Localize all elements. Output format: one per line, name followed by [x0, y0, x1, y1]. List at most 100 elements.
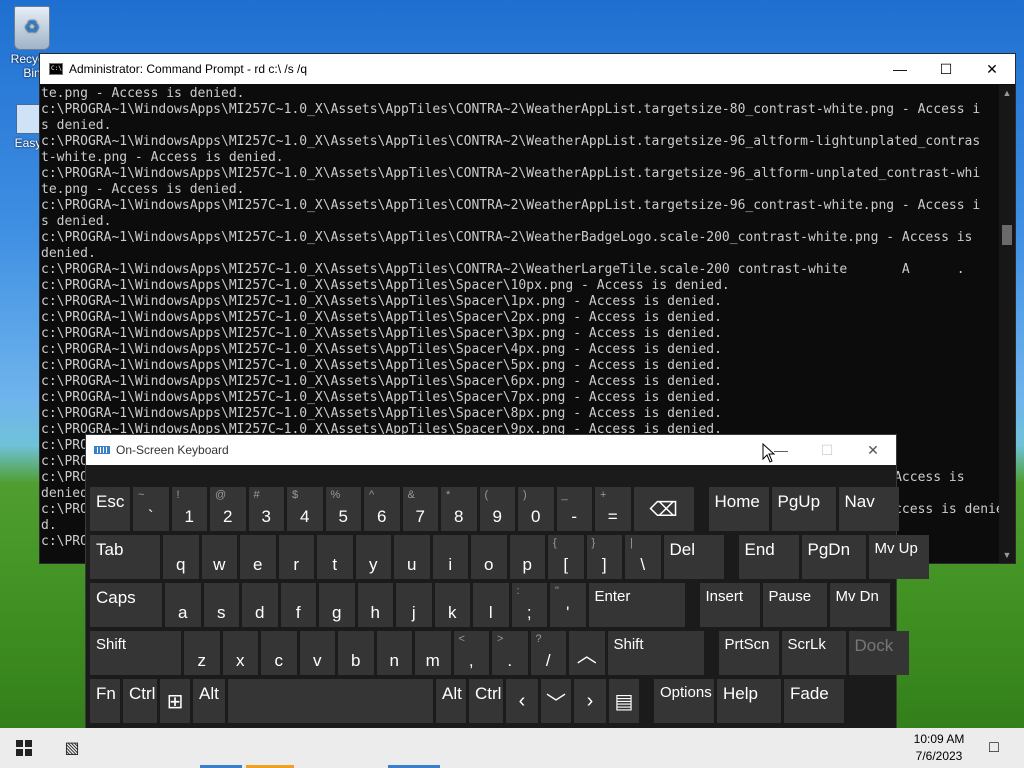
key-minus[interactable]: _ - [556, 487, 592, 531]
key-down[interactable]: ﹀ [541, 679, 571, 723]
key-quote[interactable]: " ' [550, 583, 586, 627]
key-ctrl-right[interactable]: Ctrl [469, 679, 503, 723]
key-help[interactable]: Help [717, 679, 781, 723]
key-pgdn[interactable]: PgDn [801, 535, 866, 579]
console-line: c:\PROGRA~1\WindowsApps\MI257C~1.0_X\Ass… [41, 390, 722, 405]
key-shift-label: @ [215, 489, 227, 501]
task-view-button[interactable]: ▧ [50, 728, 94, 768]
start-button[interactable] [0, 728, 48, 768]
key-menu[interactable]: ▤ [609, 679, 639, 723]
key-2[interactable]: @2 [210, 487, 246, 531]
key-enter[interactable]: Enter [588, 583, 685, 627]
key-h[interactable]: h [357, 583, 393, 627]
key-g[interactable]: g [319, 583, 355, 627]
minimize-button[interactable]: — [877, 54, 923, 84]
key-rbracket[interactable]: }] [586, 535, 622, 579]
key-backslash[interactable]: | \ [625, 535, 661, 579]
key-scrlk[interactable]: ScrLk [781, 631, 846, 675]
key-v[interactable]: v [299, 631, 335, 675]
cmd-titlebar[interactable]: Administrator: Command Prompt - rd c:\ /… [40, 54, 1015, 84]
scrollbar-thumb[interactable] [1002, 225, 1012, 245]
key-mvup[interactable]: Mv Up [868, 535, 929, 579]
key-q[interactable]: q [163, 535, 199, 579]
key-end[interactable]: End [738, 535, 799, 579]
key-fade[interactable]: Fade [784, 679, 844, 723]
key-equals[interactable]: + = [595, 487, 631, 531]
action-center-button[interactable]: □ [974, 728, 1014, 768]
key-caps[interactable]: Caps [90, 583, 162, 627]
key-7[interactable]: & 7 [402, 487, 438, 531]
key-6[interactable]: ^ 6 [364, 487, 400, 531]
key-insert[interactable]: Insert [699, 583, 760, 627]
key-options[interactable]: Options [654, 679, 714, 723]
key-d[interactable]: d [242, 583, 278, 627]
key-tab[interactable]: Tab [90, 535, 160, 579]
key-pgup[interactable]: PgUp [771, 487, 836, 531]
key-w[interactable]: w [201, 535, 237, 579]
key-5[interactable]: % 5 [325, 487, 361, 531]
key-comma[interactable]: <, [453, 631, 489, 675]
key-b[interactable]: b [338, 631, 374, 675]
maximize-button[interactable]: ☐ [923, 54, 969, 84]
key-8[interactable]: * 8 [441, 487, 477, 531]
key-up[interactable]: ︿ [569, 631, 605, 675]
close-button[interactable]: ✕ [969, 54, 1015, 84]
key-k[interactable]: k [434, 583, 470, 627]
key-x[interactable]: x [222, 631, 258, 675]
key-s[interactable]: s [203, 583, 239, 627]
key-y[interactable]: y [355, 535, 391, 579]
key-o[interactable]: o [471, 535, 507, 579]
key-lbracket[interactable]: {[ [548, 535, 584, 579]
key-z[interactable]: z [184, 631, 220, 675]
key-win[interactable]: ⊞ [160, 679, 190, 723]
key-e[interactable]: e [240, 535, 276, 579]
key-l[interactable]: l [473, 583, 509, 627]
system-clock[interactable]: 10:09 AM 7/6/2023 [906, 731, 972, 765]
key-pause[interactable]: Pause [762, 583, 827, 627]
scroll-up-arrow-icon[interactable]: ▲ [999, 85, 1015, 101]
key-semicolon[interactable]: :; [511, 583, 547, 627]
key-del[interactable]: Del [663, 535, 724, 579]
key-backtick[interactable]: ~ ` [133, 487, 169, 531]
key-r[interactable]: r [278, 535, 314, 579]
key-fn[interactable]: Fn [90, 679, 120, 723]
key-alt-right[interactable]: Alt [436, 679, 466, 723]
key-4[interactable]: $4 [287, 487, 323, 531]
key-t[interactable]: t [317, 535, 353, 579]
scroll-down-arrow-icon[interactable]: ▼ [999, 547, 1015, 563]
key-backspace[interactable]: ⌫ [633, 487, 694, 531]
key-esc[interactable]: Esc [90, 487, 130, 531]
key-0[interactable]: ) 0 [518, 487, 554, 531]
osk-close-button[interactable]: ✕ [850, 435, 896, 465]
key-prtscn[interactable]: PrtScn [718, 631, 779, 675]
console-scrollbar[interactable]: ▲ ▼ [999, 85, 1015, 563]
key-period[interactable]: >. [492, 631, 528, 675]
key-left[interactable]: ‹ [506, 679, 538, 723]
key-home[interactable]: Home [708, 487, 769, 531]
key-u[interactable]: u [394, 535, 430, 579]
key-j[interactable]: j [396, 583, 432, 627]
key-right[interactable]: › [574, 679, 606, 723]
key-space[interactable] [228, 679, 433, 723]
key-alt-left[interactable]: Alt [193, 679, 225, 723]
on-screen-keyboard-window[interactable]: On-Screen Keyboard — ☐ ✕ Esc ~ `! 1 @2 #3 $4% 5… [85, 434, 929, 758]
key-n[interactable]: n [376, 631, 412, 675]
key-9[interactable]: (9 [479, 487, 515, 531]
key-shift-left[interactable]: Shift [90, 631, 181, 675]
key-p[interactable]: p [509, 535, 545, 579]
osk-maximize-button: ☐ [820, 441, 834, 458]
key-slash[interactable]: ? / [530, 631, 566, 675]
key-3[interactable]: #3 [248, 487, 284, 531]
cmd-app-icon[interactable] [49, 63, 63, 75]
key-m[interactable]: m [415, 631, 451, 675]
key-a[interactable]: a [165, 583, 201, 627]
key-mvdn[interactable]: Mv Dn [829, 583, 890, 627]
key-1[interactable]: ! 1 [171, 487, 207, 531]
key-i[interactable]: i [432, 535, 468, 579]
key-nav[interactable]: Nav [838, 487, 899, 531]
key-c[interactable]: c [261, 631, 297, 675]
key-ctrl-left[interactable]: Ctrl [123, 679, 157, 723]
key-shift-label: ) [523, 489, 527, 501]
key-f[interactable]: f [280, 583, 316, 627]
key-shift-right[interactable]: Shift [607, 631, 704, 675]
